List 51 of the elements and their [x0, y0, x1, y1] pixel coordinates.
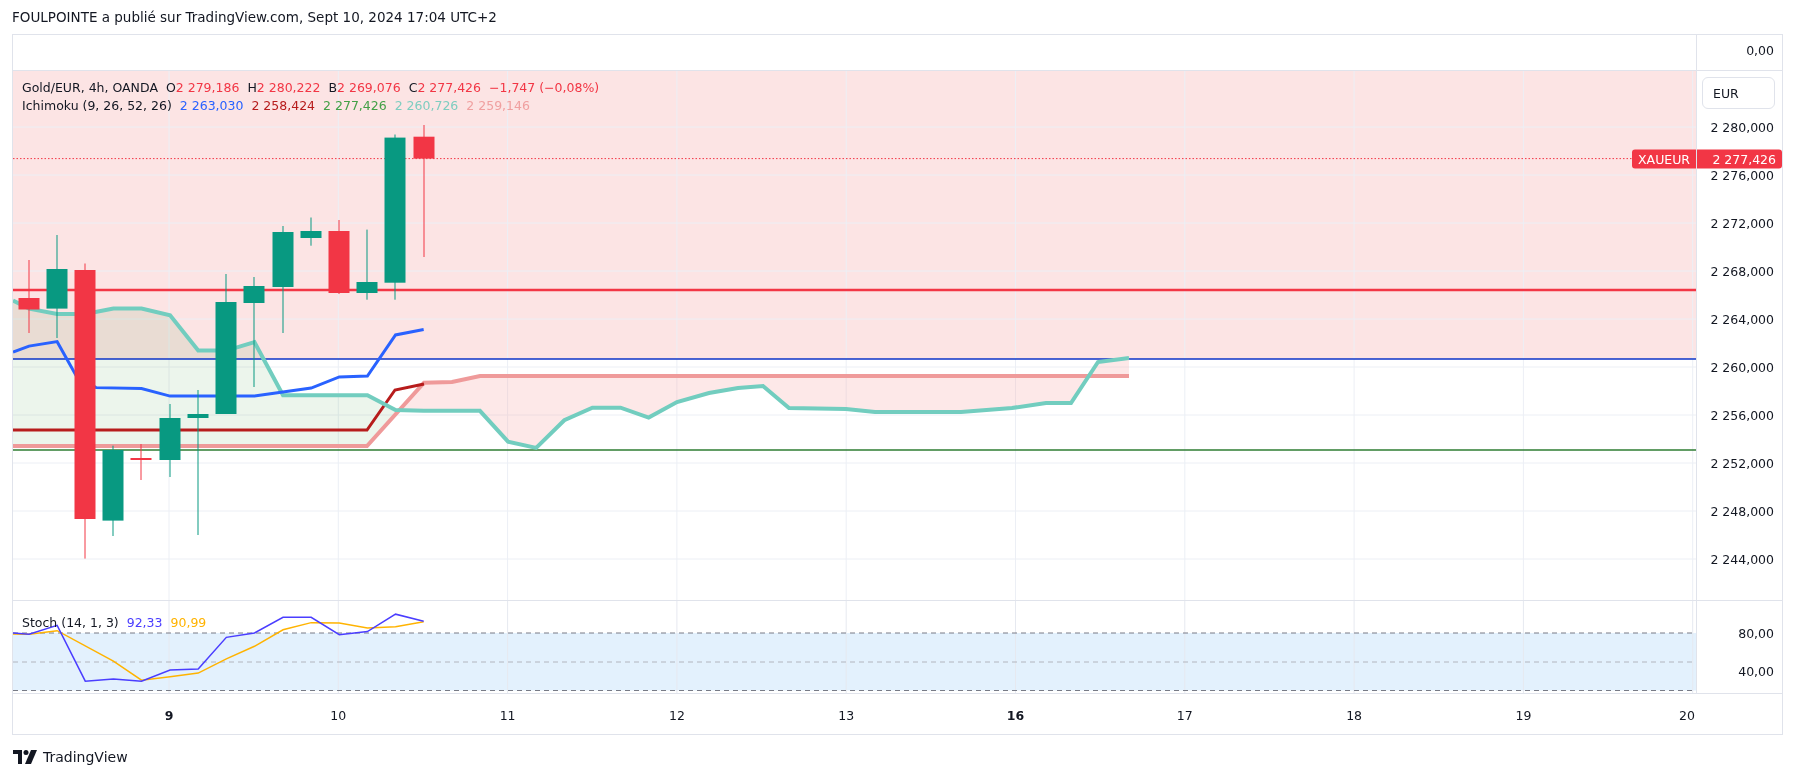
- price-axis-label: 2 256,000: [1710, 407, 1774, 423]
- indicator-value: 2 259,146: [466, 98, 530, 113]
- ohlc-value: 2 280,222: [256, 80, 321, 95]
- price-axis-label: 2 260,000: [1710, 359, 1774, 375]
- ohlc-value: 2 277,426: [417, 80, 481, 95]
- ohlc-value: 2 279,186: [175, 80, 240, 95]
- price-axis-label: 2 252,000: [1710, 455, 1774, 471]
- indicator-value: 92,33: [126, 615, 163, 630]
- time-axis-label: 11: [499, 708, 516, 723]
- candlestick: [356, 229, 378, 301]
- price-axis-label: 2 272,000: [1710, 215, 1774, 231]
- symbol-tag: XAUEUR: [1632, 149, 1697, 169]
- time-axis-label: 19: [1515, 708, 1532, 723]
- price-change: −1,747 (−0,08%): [489, 80, 600, 95]
- price-axis-label: 2 248,000: [1710, 503, 1774, 519]
- price-axis-label: 2 276,000: [1710, 167, 1774, 183]
- stoch-axis-label: 40,00: [1738, 663, 1774, 679]
- candlestick: [300, 217, 322, 247]
- ohlc-label: B: [328, 80, 337, 95]
- indicator-value: 2 277,426: [323, 98, 387, 113]
- ohlc-label: O: [165, 80, 176, 95]
- price-axis-label: 2 244,000: [1710, 551, 1774, 567]
- price-axis-label: 2 264,000: [1710, 311, 1774, 327]
- time-axis-label: 9: [164, 708, 174, 723]
- indicator-value: 90,99: [170, 615, 207, 630]
- indicator-title: Ichimoku (9, 26, 52, 26): [22, 98, 172, 113]
- symbol-title: Gold/EUR, 4h, OANDA: [22, 80, 158, 95]
- last-price-label: 2 277,426: [1697, 149, 1782, 169]
- logo-icon: [13, 750, 37, 764]
- time-axis-label: 12: [668, 708, 685, 723]
- stoch-axis-label: 80,00: [1738, 625, 1774, 641]
- time-axis-label: 13: [838, 708, 855, 723]
- time-axis-label: 10: [330, 708, 347, 723]
- price-axis-label: 2 280,000: [1710, 119, 1774, 135]
- price-axis-label: 2 268,000: [1710, 263, 1774, 279]
- time-axis-label: 17: [1176, 708, 1193, 723]
- currency-button[interactable]: EUR: [1702, 77, 1776, 109]
- brand-name: TradingView: [43, 749, 128, 765]
- indicator-value: 2 263,030: [179, 98, 244, 113]
- time-axis-label: 18: [1346, 708, 1363, 723]
- ohlc-label: C: [408, 80, 418, 95]
- candlestick: [130, 443, 152, 481]
- indicator-value: 2 258,424: [251, 98, 316, 113]
- indicator-value: 2 260,726: [394, 98, 459, 113]
- price-axis-label: 0,00: [1746, 42, 1774, 58]
- publish-info: FOULPOINTE a publié sur TradingView.com, Sept 10, 2024 17:04 UTC+2: [11, 8, 498, 27]
- ohlc-label: H: [247, 80, 257, 95]
- time-axis-label: 20: [1679, 708, 1695, 723]
- ohlc-value: 2 269,076: [337, 80, 401, 95]
- indicator-title: Stoch (14, 1, 3): [22, 615, 119, 630]
- time-axis-label: 16: [1006, 708, 1025, 723]
